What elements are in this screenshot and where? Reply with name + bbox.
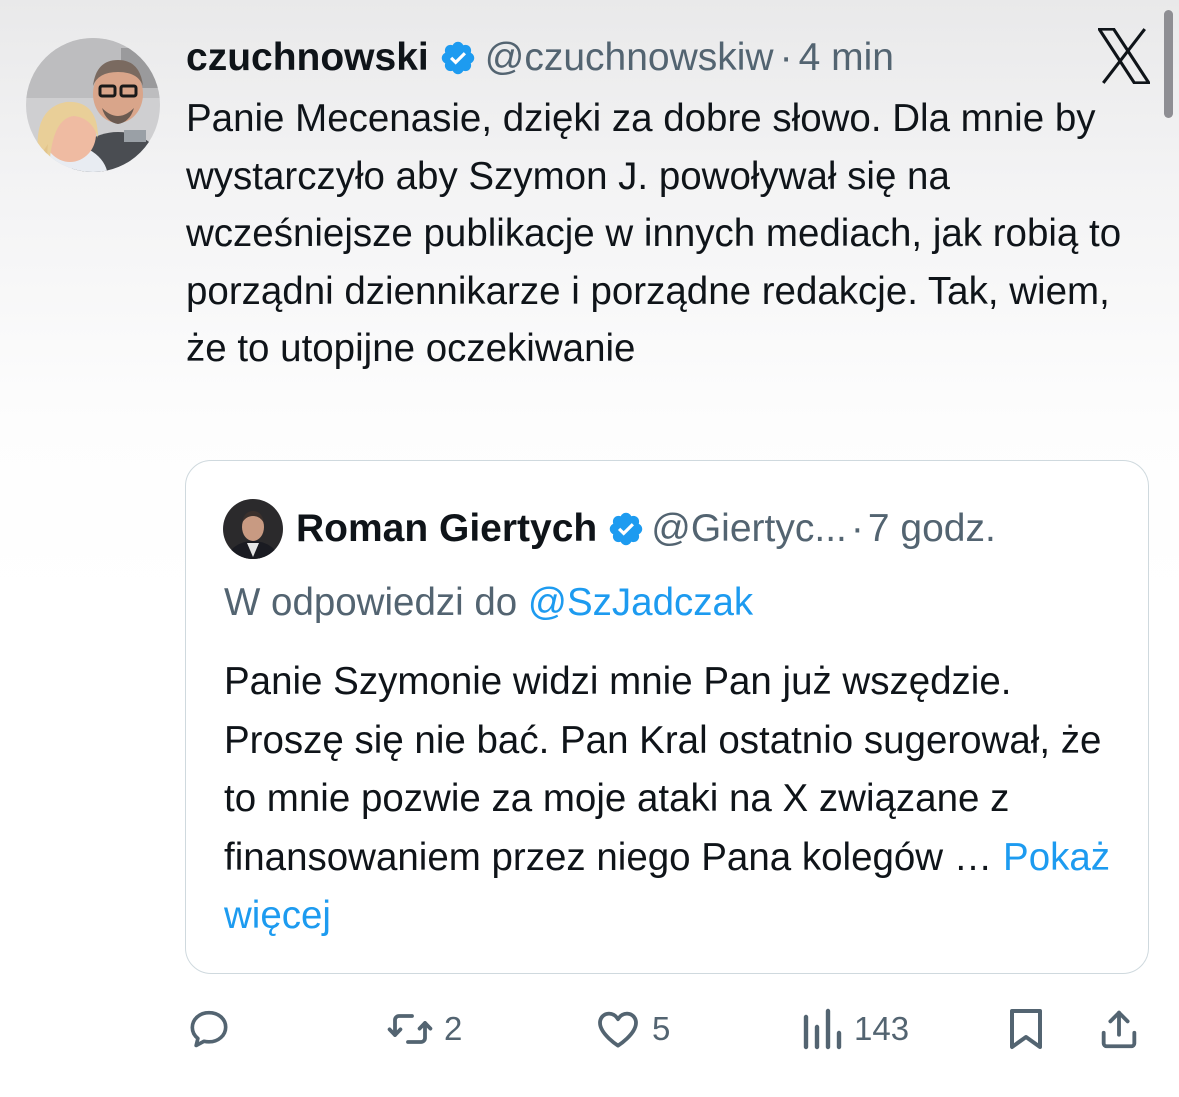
author-avatar[interactable]: [26, 38, 160, 172]
heart-icon: [598, 1011, 638, 1048]
verified-badge-icon: [441, 41, 474, 75]
share-upload-icon: [1101, 1010, 1137, 1049]
views-button[interactable]: 143: [800, 1000, 909, 1058]
quoted-author-avatar[interactable]: [223, 499, 283, 559]
like-count: 5: [652, 1010, 671, 1047]
quoted-tweet-text-block: Panie Szymonie widzi mnie Pan już wszędz…: [224, 653, 1124, 946]
avatar-photo: [26, 38, 160, 172]
views-count: 143: [854, 1010, 910, 1047]
quoted-tweet-timestamp[interactable]: 7 godz.: [868, 507, 996, 551]
bar-chart-icon: [803, 1008, 842, 1050]
retweet-icon: [387, 1014, 433, 1044]
bookmark-button[interactable]: [1004, 1000, 1048, 1058]
action-bar: 2 5 143: [186, 1000, 1146, 1058]
tweet-text: Panie Mecenasie, dzięki za dobre słowo. …: [186, 97, 1122, 370]
quoted-author-display-name[interactable]: Roman Giertych: [296, 507, 597, 551]
tweet-screen: czuchnowski @czuchnowskiw · 4 min Panie …: [0, 0, 1179, 1097]
reply-bubble-icon: [190, 1010, 228, 1048]
reply-handle-link[interactable]: @SzJadczak: [528, 581, 753, 624]
x-logo-icon: [1098, 28, 1150, 84]
retweet-button[interactable]: 2: [386, 1000, 462, 1058]
quoted-tweet-text: Panie Szymonie widzi mnie Pan już wszędz…: [224, 660, 1102, 879]
share-button[interactable]: [1096, 1000, 1142, 1058]
like-button[interactable]: 5: [594, 1000, 670, 1058]
reply-context: W odpowiedzi do @SzJadczak: [224, 581, 753, 625]
author-handle[interactable]: @czuchnowskiw: [485, 36, 774, 80]
header-separator: ·: [779, 36, 793, 79]
retweet-count: 2: [444, 1010, 463, 1047]
reply-button[interactable]: [186, 1000, 232, 1058]
quoted-verified-badge-icon: [610, 512, 643, 546]
quoted-avatar-photo: [223, 499, 283, 559]
quoted-header-separator: ·: [850, 507, 864, 550]
quoted-author-handle[interactable]: @Giertyc...: [651, 507, 847, 551]
quoted-tweet-card[interactable]: Roman Giertych @Giertyc... · 7 godz. W o…: [185, 460, 1149, 974]
tweet-timestamp[interactable]: 4 min: [799, 36, 894, 80]
reply-prefix: W odpowiedzi do: [224, 581, 518, 624]
bookmark-icon: [1010, 1009, 1042, 1049]
author-display-name[interactable]: czuchnowski: [186, 36, 429, 80]
quoted-tweet-header: Roman Giertych @Giertyc... · 7 godz.: [296, 501, 996, 557]
tweet-header: czuchnowski @czuchnowskiw · 4 min: [186, 30, 894, 86]
scrollbar[interactable]: [1164, 10, 1173, 118]
